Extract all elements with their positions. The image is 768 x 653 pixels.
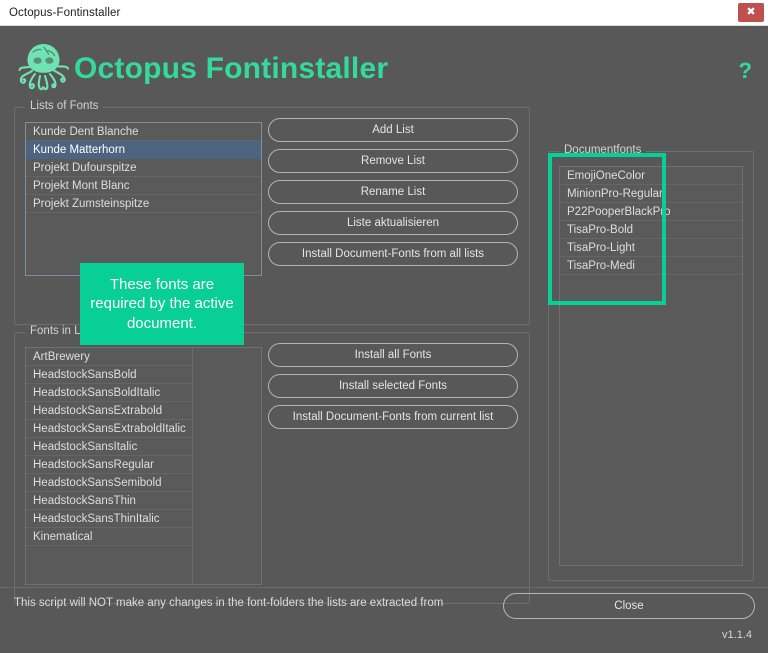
callout-annotation: These fonts are required by the active d… <box>80 263 244 345</box>
lists-of-fonts-listbox[interactable]: Kunde Dent Blanche Kunde Matterhorn Projek… <box>25 122 262 276</box>
list-item[interactable]: Projekt Zumsteinspitze <box>26 195 261 213</box>
lists-of-fonts-label: Lists of Fonts <box>25 100 104 112</box>
version-label: v1.1.4 <box>722 629 752 641</box>
lists-rename-list-button[interactable]: Rename List <box>268 180 518 204</box>
list-item[interactable]: TisaPro-Light <box>560 239 742 257</box>
list-item[interactable]: Kinematical <box>26 528 192 546</box>
list-item[interactable]: HeadstockSansExtraboldItalic <box>26 420 192 438</box>
lists-install-document-fonts-from-all-lists-button[interactable]: Install Document-Fonts from all lists <box>268 242 518 266</box>
list-item[interactable]: Kunde Dent Blanche <box>26 123 261 141</box>
footer-divider <box>0 587 768 588</box>
fonts-install-selected-fonts-button[interactable]: Install selected Fonts <box>268 374 518 398</box>
list-item[interactable]: Kunde Matterhorn <box>26 141 261 159</box>
lists-remove-list-button[interactable]: Remove List <box>268 149 518 173</box>
window-title: Octopus-Fontinstaller <box>9 6 121 19</box>
page-title: Octopus Fontinstaller <box>74 52 389 85</box>
app-header: Octopus Fontinstaller ? <box>0 27 768 105</box>
fonts-install-all-fonts-button[interactable]: Install all Fonts <box>268 343 518 367</box>
list-item[interactable]: P22PooperBlackPro <box>560 203 742 221</box>
list-item[interactable]: HeadstockSansItalic <box>26 438 192 456</box>
callout-text: These fonts are required by the active d… <box>90 276 234 332</box>
list-item[interactable]: HeadstockSansSemibold <box>26 474 192 492</box>
footer-note: This script will NOT make any changes in… <box>14 597 444 609</box>
lists-column: Kunde Dent Blanche Kunde Matterhorn Projek… <box>26 123 261 275</box>
lists-rows: Kunde Dent Blanche Kunde Matterhorn Projek… <box>26 123 261 213</box>
app-body: Octopus Fontinstaller ? Lists of Fonts K… <box>0 27 768 653</box>
documentfonts-group: Documentfonts EmojiOneColor MinionPro-Reg… <box>548 144 754 581</box>
close-button[interactable]: Close <box>503 593 755 619</box>
documentfonts-column: EmojiOneColor MinionPro-Regular P22PooperB… <box>560 167 742 565</box>
list-item[interactable]: Projekt Mont Blanc <box>26 177 261 195</box>
list-item[interactable]: HeadstockSansBoldItalic <box>26 384 192 402</box>
documentfonts-listbox[interactable]: EmojiOneColor MinionPro-Regular P22PooperB… <box>559 166 743 566</box>
documentfonts-rows: EmojiOneColor MinionPro-Regular P22PooperB… <box>560 167 742 275</box>
list-item[interactable]: Projekt Dufourspitze <box>26 159 261 177</box>
fonts-install-document-fonts-from-current-list-button[interactable]: Install Document-Fonts from current list <box>268 405 518 429</box>
list-item[interactable]: HeadstockSansExtrabold <box>26 402 192 420</box>
list-item[interactable]: ArtBrewery <box>26 348 192 366</box>
fonts-rows: ArtBrewery HeadstockSansBold HeadstockSans… <box>26 348 192 546</box>
list-item[interactable]: MinionPro-Regular <box>560 185 742 203</box>
fonts-name-column: ArtBrewery HeadstockSansBold HeadstockSans… <box>26 348 192 584</box>
fonts-secondary-column <box>192 348 261 584</box>
fonts-in-list-group: Fonts in List ArtBrewery HeadstockSansBol… <box>14 325 530 604</box>
fonts-in-list-listbox[interactable]: ArtBrewery HeadstockSansBold HeadstockSans… <box>25 347 262 585</box>
lists-liste-aktualisieren-button[interactable]: Liste aktualisieren <box>268 211 518 235</box>
list-item[interactable]: HeadstockSansThinItalic <box>26 510 192 528</box>
octopus-icon <box>18 41 70 91</box>
list-item[interactable]: HeadstockSansThin <box>26 492 192 510</box>
list-item[interactable]: TisaPro-Bold <box>560 221 742 239</box>
list-item[interactable]: TisaPro-Medi <box>560 257 742 275</box>
list-item[interactable]: HeadstockSansBold <box>26 366 192 384</box>
list-item[interactable]: EmojiOneColor <box>560 167 742 185</box>
window-close-button[interactable]: ✖ <box>738 3 764 22</box>
window-titlebar: Octopus-Fontinstaller ✖ <box>0 0 768 26</box>
lists-add-list-button[interactable]: Add List <box>268 118 518 142</box>
list-item[interactable]: HeadstockSansRegular <box>26 456 192 474</box>
help-icon[interactable]: ? <box>739 60 752 82</box>
documentfonts-label: Documentfonts <box>559 144 647 156</box>
